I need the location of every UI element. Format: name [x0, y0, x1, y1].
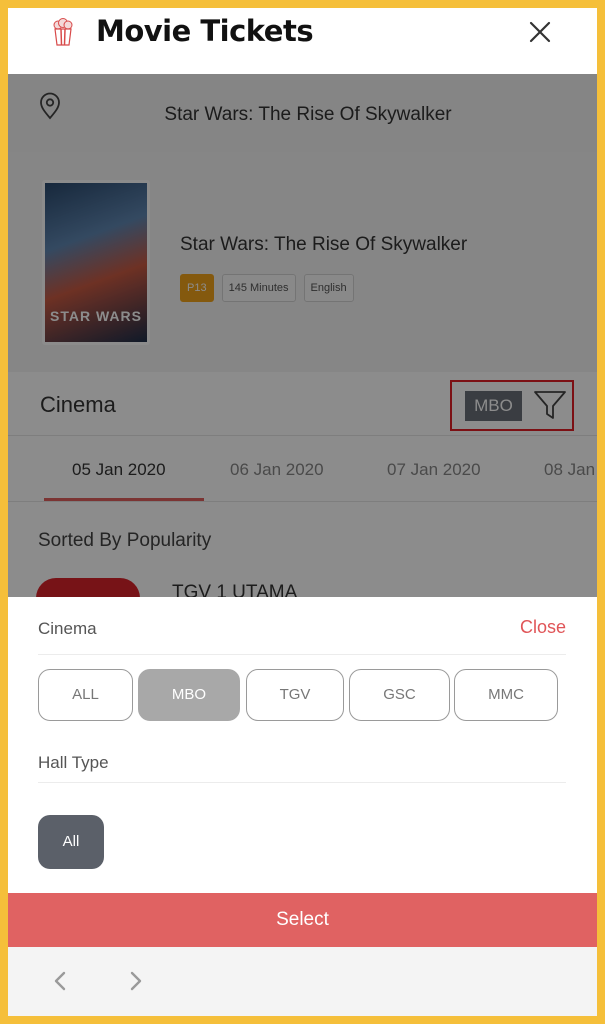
cinema-option-all[interactable]: ALL	[38, 669, 133, 721]
app-frame: Movie Tickets Star Wars: The Rise Of Sky…	[8, 8, 597, 1016]
chevron-right-icon[interactable]	[126, 969, 146, 993]
hall-type-title: Hall Type	[38, 753, 109, 772]
cinema-option-mmc[interactable]: MMC	[454, 669, 558, 721]
app-header: Movie Tickets	[8, 8, 597, 74]
cinema-option-mbo[interactable]: MBO	[138, 669, 240, 721]
browser-nav-bar	[8, 947, 597, 1016]
close-icon[interactable]	[526, 18, 554, 46]
select-button[interactable]: Select	[8, 893, 597, 947]
filter-sheet: Cinema Close ALL MBO TGV GSC MMC Hall Ty…	[8, 597, 597, 1016]
hall-type-header: Hall Type	[38, 753, 566, 783]
sheet-close-button[interactable]: Close	[520, 617, 566, 638]
modal-overlay[interactable]	[8, 74, 597, 597]
chevron-left-icon[interactable]	[50, 969, 70, 993]
sheet-header: Cinema Close	[38, 617, 566, 655]
cinema-option-tgv[interactable]: TGV	[246, 669, 344, 721]
sheet-cinema-title: Cinema	[38, 619, 97, 638]
popcorn-icon	[53, 18, 73, 46]
cinema-option-gsc[interactable]: GSC	[349, 669, 450, 721]
page-title: Movie Tickets	[96, 14, 314, 48]
hall-option-all[interactable]: All	[38, 815, 104, 869]
